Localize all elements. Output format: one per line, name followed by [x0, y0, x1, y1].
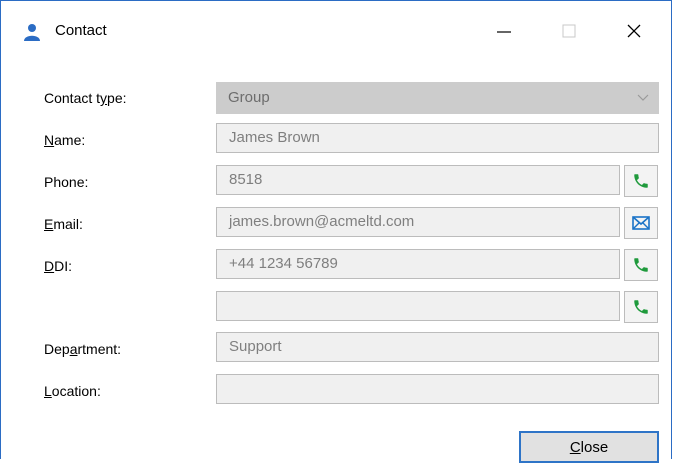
close-button-label: Close: [569, 438, 609, 456]
window-title: Contact: [55, 22, 107, 39]
location-label: Location:: [44, 383, 101, 399]
name-label: Name:: [44, 132, 86, 148]
ddi-field[interactable]: +44 1234 56789: [216, 249, 620, 279]
person-icon: [23, 23, 41, 41]
title-bar: Contact: [1, 1, 671, 59]
call-ddi2-button[interactable]: [624, 291, 658, 323]
email-field[interactable]: james.brown@acmeltd.com: [216, 207, 620, 237]
phone-icon: [634, 258, 648, 272]
name-field[interactable]: James Brown: [216, 123, 659, 153]
contact-type-value: Group: [228, 89, 270, 106]
minimize-icon: [497, 31, 511, 33]
department-label: Department:: [44, 341, 122, 357]
phone-label: Phone:: [44, 174, 89, 190]
contact-type-select[interactable]: Group: [216, 82, 659, 114]
chevron-down-icon: [637, 82, 649, 126]
contact-window: Contact Contact type: Group Name: James …: [0, 0, 672, 463]
maximize-button[interactable]: [546, 11, 592, 51]
call-ddi-button[interactable]: [624, 249, 658, 281]
phone-icon: [634, 300, 648, 314]
call-phone-button[interactable]: [624, 165, 658, 197]
mail-icon: [632, 216, 650, 230]
maximize-icon: [562, 24, 576, 38]
phone-icon: [634, 174, 648, 188]
email-label: Email:: [44, 216, 83, 232]
window-close-button[interactable]: [611, 11, 657, 51]
close-icon: [627, 24, 641, 38]
ddi2-field[interactable]: [216, 291, 620, 321]
ddi-label: DDI:: [44, 258, 73, 274]
department-field[interactable]: Support: [216, 332, 659, 362]
contact-type-label: Contact type:: [44, 90, 127, 106]
phone-field[interactable]: 8518: [216, 165, 620, 195]
minimize-button[interactable]: [481, 11, 527, 51]
location-field[interactable]: [216, 374, 659, 404]
send-email-button[interactable]: [624, 207, 658, 239]
close-button[interactable]: Close: [519, 431, 659, 463]
